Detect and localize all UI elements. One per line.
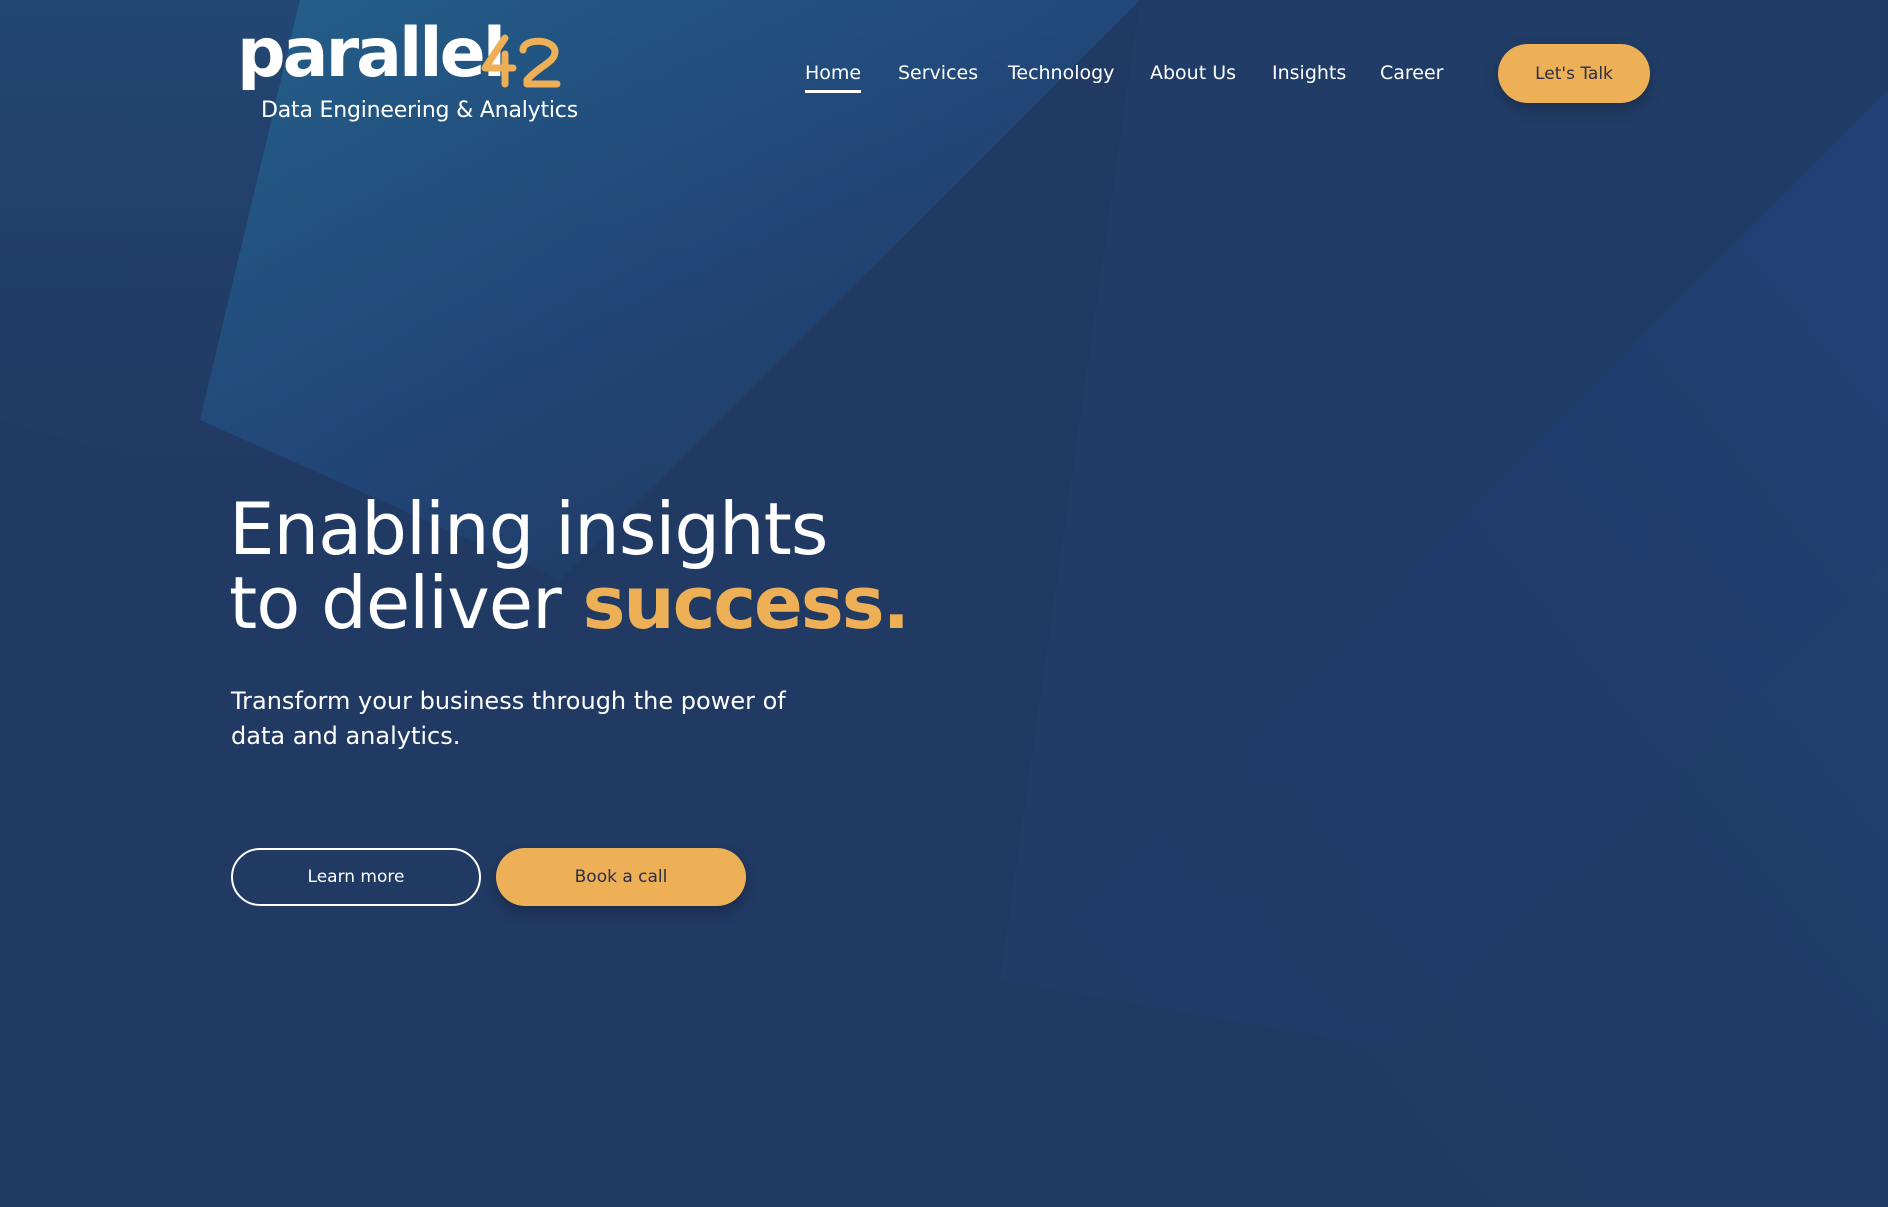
- nav-item-services[interactable]: Services: [898, 62, 978, 90]
- hero-title: Enabling insights to deliver success.: [229, 492, 910, 640]
- nav-item-career[interactable]: Career: [1380, 62, 1444, 90]
- hero-title-accent: success.: [582, 561, 910, 645]
- nav-item-about-us[interactable]: About Us: [1150, 62, 1236, 90]
- hero-title-line2: to deliver: [229, 561, 583, 645]
- hero-title-line1: Enabling insights: [229, 487, 828, 571]
- hero-subtitle: Transform your business through the powe…: [231, 687, 786, 750]
- nav-item-technology[interactable]: Technology: [1008, 62, 1114, 90]
- learn-more-button[interactable]: Learn more: [231, 848, 481, 906]
- book-a-call-button[interactable]: Book a call: [496, 848, 746, 906]
- brand-logo[interactable]: parallel Data Engineering & Analytics: [237, 20, 578, 128]
- lets-talk-button[interactable]: Let's Talk: [1498, 44, 1650, 103]
- brand-name: parallel: [237, 14, 506, 93]
- brand-42-mark: [481, 34, 561, 88]
- nav-item-insights[interactable]: Insights: [1272, 62, 1346, 90]
- brand-tagline: Data Engineering & Analytics: [261, 98, 578, 123]
- nav-item-home[interactable]: Home: [805, 62, 862, 93]
